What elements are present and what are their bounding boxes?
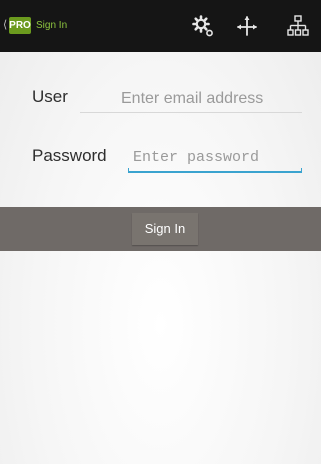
action-bar: ⟨ PRO Sign In [0, 0, 321, 52]
password-label: Password [32, 146, 107, 165]
app-logo[interactable]: PRO [9, 17, 31, 34]
sign-in-screen: ⟨ PRO Sign In User Enter email address P… [0, 0, 321, 464]
sign-in-button[interactable]: Sign In [132, 213, 198, 245]
user-label: User [32, 87, 68, 106]
action-bar-title: Sign In [36, 20, 68, 31]
network-tree-icon[interactable] [286, 14, 310, 38]
user-email-input[interactable] [121, 86, 301, 112]
button-bar: Sign In [0, 207, 321, 251]
password-input[interactable] [133, 144, 303, 170]
user-input-underline [80, 112, 302, 113]
settings-gears-icon[interactable] [191, 14, 215, 38]
move-arrows-icon[interactable] [235, 14, 259, 38]
up-navigation-icon[interactable]: ⟨ [3, 19, 7, 30]
password-input-focus-underline [128, 168, 302, 173]
